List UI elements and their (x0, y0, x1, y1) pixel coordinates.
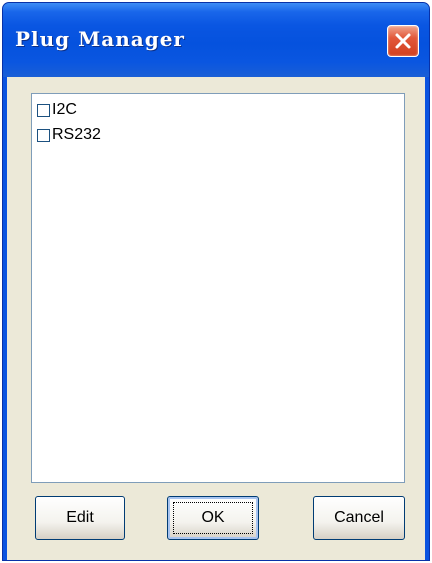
dialog-body: I2C RS232 Edit OK Cancel (7, 77, 425, 560)
close-button[interactable] (387, 25, 419, 57)
ok-button[interactable]: OK (167, 496, 259, 540)
title-bar[interactable]: Plug Manager (3, 3, 429, 77)
list-item-label: RS232 (52, 126, 101, 143)
list-item-rs232[interactable]: RS232 (37, 124, 101, 146)
list-item-label: I2C (52, 101, 77, 118)
plug-manager-window: Plug Manager I2C RS232 Edit OK Cancel (2, 2, 430, 561)
plugin-list[interactable]: I2C RS232 (31, 93, 405, 483)
cancel-button[interactable]: Cancel (313, 496, 405, 540)
checkbox-rs232[interactable] (37, 128, 50, 142)
checkbox-i2c[interactable] (37, 103, 50, 117)
list-item-i2c[interactable]: I2C (37, 99, 77, 121)
edit-button[interactable]: Edit (35, 496, 125, 540)
focus-indicator (173, 502, 253, 534)
window-title: Plug Manager (15, 27, 185, 51)
close-icon (395, 33, 411, 49)
